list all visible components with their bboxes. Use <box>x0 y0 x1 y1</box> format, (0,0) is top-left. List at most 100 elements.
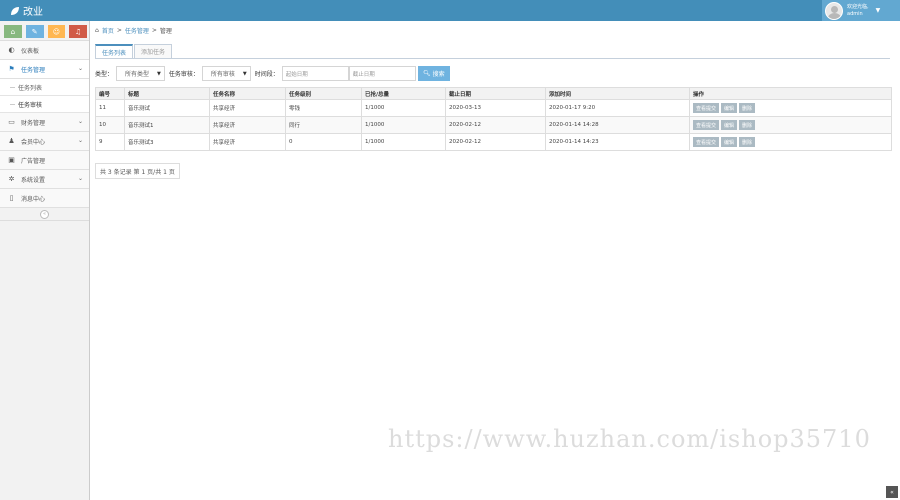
cell-created: 2020-01-14 14:28 <box>545 116 690 134</box>
cell-quota: 1/1000 <box>361 99 446 117</box>
status-select[interactable]: 所有审核 ▼ <box>201 66 251 81</box>
type-select-value: 所有类型 <box>125 71 150 78</box>
status-select-value: 所有审核 <box>210 71 235 78</box>
brand-name: 改业 <box>23 7 43 18</box>
avatar <box>825 1 843 20</box>
user-info: 欢迎光临, admin <box>847 4 869 18</box>
sidebar-item-finance[interactable]: ▭ 财务管理 ⌄ <box>0 113 89 132</box>
caret-down-icon: ▼ <box>242 70 247 77</box>
edit-button[interactable]: 编辑 <box>721 120 738 130</box>
welcome-text: 欢迎光临, <box>847 3 869 10</box>
caret-down-icon: ▼ <box>157 70 161 77</box>
cell-created: 2020-01-17 9:20 <box>545 99 690 117</box>
sidebar-item-settings[interactable]: ✲ 系统设置 ⌄ <box>0 170 89 189</box>
delete-button[interactable]: 删除 <box>739 103 756 113</box>
cell-deadline: 2020-03-13 <box>445 99 546 117</box>
cell-quota: 1/1000 <box>361 133 446 151</box>
table-row: 11 音乐测试 共享经济 零钱 1/1000 2020-03-13 2020-0… <box>95 99 892 117</box>
column-header[interactable]: 任务名称 <box>209 87 286 100</box>
table-row: 10 音乐测试1 共享经济 同行 1/1000 2020-02-12 2020-… <box>95 116 892 134</box>
search-button[interactable]: 🔍︎ 搜索 <box>417 66 450 81</box>
shortcut-edit-button[interactable]: ✎ <box>25 25 44 38</box>
sidebar-item-members[interactable]: ♟ 会员中心 ⌄ <box>0 132 89 151</box>
time-filter-label: 时间段： <box>254 71 279 78</box>
edit-button[interactable]: 编辑 <box>721 137 738 147</box>
bookmark-icon: ▯ <box>9 194 14 202</box>
table-row: 9 音乐测试3 共享经济 0 1/1000 2020-02-12 2020-01… <box>95 133 892 151</box>
breadcrumb-section-link[interactable]: 任务管理 <box>125 26 149 35</box>
column-header[interactable]: 任务级别 <box>285 87 362 100</box>
sidebar-item-ads[interactable]: ▣ 广告管理 <box>0 151 89 170</box>
dashboard-icon: ◐ <box>8 46 15 54</box>
start-date-input[interactable]: 起始日期 <box>281 66 349 81</box>
delete-button[interactable]: 删除 <box>739 120 756 130</box>
shortcut-notify-button[interactable]: ♫ <box>69 25 87 38</box>
breadcrumb-current: 管理 <box>159 27 172 35</box>
cog-icon: ✲ <box>8 175 15 183</box>
cell-id: 10 <box>95 116 125 134</box>
sidebar-collapse-button[interactable]: « <box>0 208 89 221</box>
user-icon: ♟ <box>8 137 15 145</box>
cell-id: 11 <box>95 99 125 117</box>
breadcrumb-separator: > <box>116 26 122 34</box>
double-chevron-left-icon: « <box>40 209 49 219</box>
sidebar-item-label: 消息中心 <box>21 195 46 203</box>
type-select[interactable]: 所有类型 ▼ <box>116 66 165 81</box>
status-filter-label: 任务审核： <box>168 71 199 78</box>
cell-title: 音乐测试1 <box>124 116 210 134</box>
sidebar-item-tasks[interactable]: ⚑ 任务管理 ⌄ <box>0 60 89 79</box>
cell-id: 9 <box>95 133 125 151</box>
user-menu[interactable]: 欢迎光临, admin ▼ <box>822 0 900 21</box>
sidebar: ⌂ ✎ ☺ ♫ ◐ 仪表板 ⚑ 任务管理 ⌄ 任务列表 任务审核 ▭ 财务管理 … <box>0 21 90 500</box>
end-date-input[interactable]: 截止日期 <box>348 66 416 81</box>
view-submissions-button[interactable]: 查看提交 <box>693 120 720 130</box>
type-filter-label: 类型： <box>95 71 114 78</box>
pagination-info: 共 3 条记录 第 1 页/共 1 页 <box>95 163 180 179</box>
cell-level: 同行 <box>285 116 362 134</box>
view-submissions-button[interactable]: 查看提交 <box>693 103 720 113</box>
cell-title: 音乐测试3 <box>124 133 210 151</box>
home-icon: ⌂ <box>10 27 16 36</box>
tab-task-list[interactable]: 任务列表 <box>95 44 134 59</box>
sidebar-subitem-task-list[interactable]: 任务列表 <box>0 79 89 96</box>
sidebar-subitem-task-review[interactable]: 任务审核 <box>0 96 89 113</box>
bell-icon: ♫ <box>74 27 82 36</box>
column-header[interactable]: 添加时间 <box>545 87 690 100</box>
tab-divider <box>95 58 890 59</box>
brand[interactable]: 改业 <box>10 3 43 18</box>
breadcrumb: ⌂ 首页 > 任务管理 > 管理 <box>91 21 900 39</box>
column-header[interactable]: 已抢/总量 <box>361 87 446 100</box>
sidebar-item-label: 系统设置 <box>21 176 46 184</box>
column-header[interactable]: 编号 <box>95 87 125 100</box>
cell-created: 2020-01-14 14:23 <box>545 133 690 151</box>
shortcut-home-button[interactable]: ⌂ <box>4 25 22 38</box>
column-header[interactable]: 截止日期 <box>445 87 546 100</box>
users-icon: ☺ <box>52 27 61 36</box>
edit-button[interactable]: 编辑 <box>721 103 738 113</box>
task-table: 编号 标题 任务名称 任务级别 已抢/总量 截止日期 添加时间 操作 11 音乐… <box>95 87 892 151</box>
column-header[interactable]: 标题 <box>124 87 210 100</box>
cell-level: 0 <box>285 133 362 151</box>
breadcrumb-home-link[interactable]: 首页 <box>102 26 114 35</box>
tab-bar: 任务列表 添加任务 <box>95 44 173 59</box>
chevron-down-icon: ⌄ <box>77 175 83 182</box>
sidebar-item-label: 仪表板 <box>21 47 40 55</box>
filter-bar: 类型： 所有类型 ▼ 任务审核： 所有审核 ▼ 时间段： 起始日期 截止日期 🔍… <box>95 66 450 81</box>
cell-deadline: 2020-02-12 <box>445 133 546 151</box>
cell-actions: 查看提交 编辑 删除 <box>689 99 892 117</box>
table-header-row: 编号 标题 任务名称 任务级别 已抢/总量 截止日期 添加时间 操作 <box>95 87 892 100</box>
sidebar-item-messages[interactable]: ▯ 消息中心 <box>0 189 89 208</box>
cell-title: 音乐测试 <box>124 99 210 117</box>
delete-button[interactable]: 删除 <box>739 137 756 147</box>
cell-task-name: 共享经济 <box>209 99 286 117</box>
column-header: 操作 <box>689 87 892 100</box>
picture-icon: ▣ <box>8 156 15 164</box>
view-submissions-button[interactable]: 查看提交 <box>693 137 720 147</box>
sidebar-item-label: 任务管理 <box>21 66 46 74</box>
shortcut-users-button[interactable]: ☺ <box>47 25 66 38</box>
printer-icon: ▭ <box>8 118 15 126</box>
scroll-to-top-button[interactable]: « <box>886 486 898 498</box>
search-icon: 🔍︎ <box>422 70 431 77</box>
tab-add-task[interactable]: 添加任务 <box>134 44 173 59</box>
sidebar-item-dashboard[interactable]: ◐ 仪表板 <box>0 41 89 60</box>
